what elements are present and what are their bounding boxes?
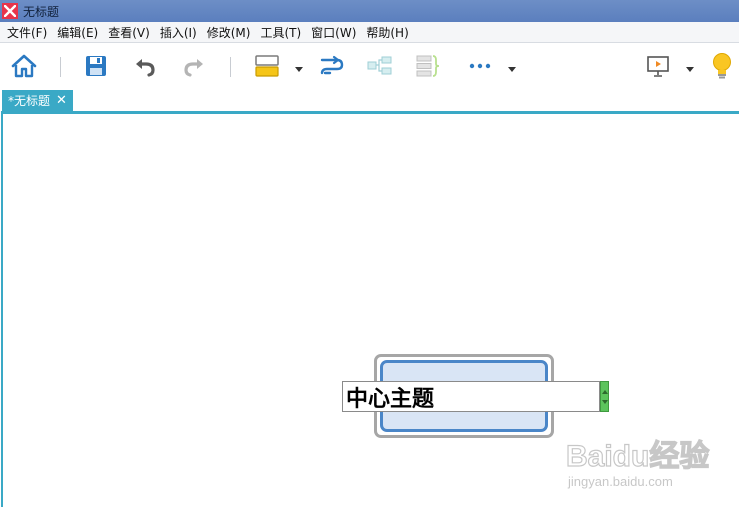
editor-resize-handle[interactable] bbox=[600, 381, 609, 412]
xmind-logo-icon bbox=[2, 3, 18, 19]
layout-dropdown-arrow[interactable] bbox=[294, 61, 304, 72]
window-title: 无标题 bbox=[23, 4, 60, 19]
home-button[interactable] bbox=[10, 52, 38, 80]
summary-button[interactable] bbox=[414, 52, 442, 80]
relationship-icon bbox=[319, 54, 345, 78]
presentation-dropdown-arrow[interactable] bbox=[685, 61, 695, 72]
undo-icon bbox=[134, 55, 156, 77]
topic-text-editor[interactable]: 中心主题 bbox=[342, 381, 600, 412]
menu-window[interactable]: 窗口(W) bbox=[311, 24, 356, 41]
arrow-down-icon bbox=[602, 400, 608, 404]
menu-bar: 文件(F) 编辑(E) 查看(V) 插入(I) 修改(M) 工具(T) 窗口(W… bbox=[0, 22, 739, 43]
undo-button[interactable] bbox=[131, 52, 159, 80]
menu-edit[interactable]: 编辑(E) bbox=[57, 24, 98, 41]
caret-down-icon bbox=[686, 57, 694, 76]
boundary-button[interactable] bbox=[366, 52, 394, 80]
arrow-up-icon bbox=[602, 390, 608, 394]
idea-button[interactable] bbox=[708, 52, 736, 80]
menu-help[interactable]: 帮助(H) bbox=[366, 24, 408, 41]
redo-icon bbox=[183, 55, 205, 77]
menu-insert[interactable]: 插入(I) bbox=[160, 24, 197, 41]
menu-view[interactable]: 查看(V) bbox=[108, 24, 150, 41]
tab-untitled[interactable]: *无标题 ✕ bbox=[2, 90, 73, 111]
save-button[interactable] bbox=[82, 52, 110, 80]
toolbar-separator bbox=[230, 57, 231, 77]
presentation-button[interactable] bbox=[644, 52, 672, 80]
layout-icon bbox=[254, 54, 280, 78]
title-bar: 无标题 bbox=[0, 0, 739, 22]
close-icon[interactable]: ✕ bbox=[56, 94, 67, 107]
watermark-url: jingyan.baidu.com bbox=[567, 474, 673, 489]
app-window: 无标题 文件(F) 编辑(E) 查看(V) 插入(I) 修改(M) 工具(T) … bbox=[0, 0, 739, 507]
caret-down-icon bbox=[295, 57, 303, 76]
tab-strip: *无标题 ✕ bbox=[0, 89, 739, 111]
baidu-watermark: Baidu经验 jingyan.baidu.com bbox=[565, 428, 736, 492]
presentation-icon bbox=[646, 54, 670, 78]
relationship-button[interactable] bbox=[318, 52, 346, 80]
home-icon bbox=[11, 54, 37, 78]
menu-file[interactable]: 文件(F) bbox=[7, 24, 47, 41]
summary-icon bbox=[415, 54, 441, 78]
menu-modify[interactable]: 修改(M) bbox=[207, 24, 251, 41]
more-dropdown-arrow[interactable] bbox=[507, 61, 517, 72]
caret-down-icon bbox=[508, 57, 516, 76]
more-button[interactable] bbox=[466, 52, 494, 80]
menu-tools[interactable]: 工具(T) bbox=[260, 24, 301, 41]
topic-layout-button[interactable] bbox=[253, 52, 281, 80]
structure-icon bbox=[367, 54, 393, 78]
toolbar bbox=[0, 43, 739, 89]
save-icon bbox=[85, 55, 107, 77]
redo-button[interactable] bbox=[180, 52, 208, 80]
more-icon bbox=[469, 62, 491, 70]
toolbar-separator bbox=[60, 57, 61, 77]
idea-bulb-icon bbox=[711, 52, 733, 80]
watermark-brand: Baidu经验 bbox=[566, 439, 709, 473]
tab-label: *无标题 bbox=[8, 94, 51, 108]
